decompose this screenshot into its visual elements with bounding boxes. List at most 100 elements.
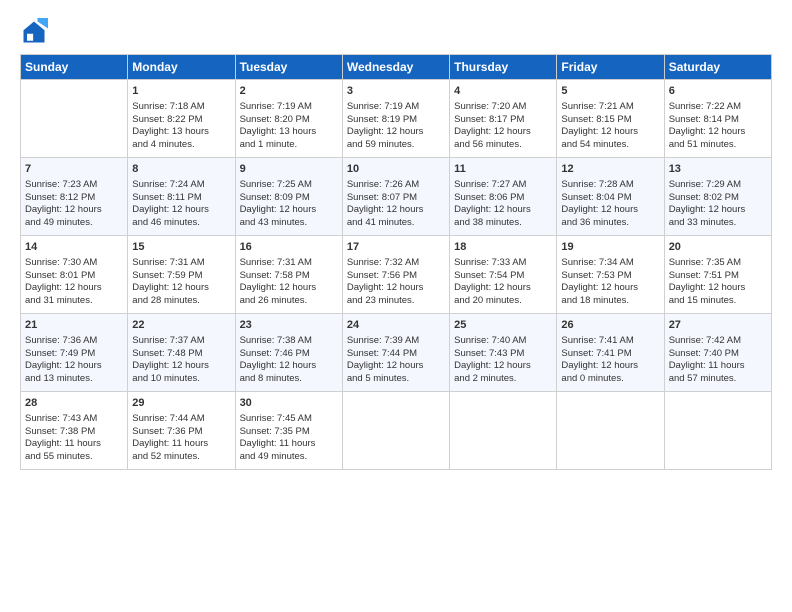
day-info: Daylight: 12 hours xyxy=(347,126,445,139)
day-info: Daylight: 12 hours xyxy=(454,126,552,139)
day-header-tuesday: Tuesday xyxy=(235,55,342,80)
day-info: Sunset: 7:49 PM xyxy=(25,348,123,361)
calendar-cell xyxy=(342,392,449,470)
day-info: Sunset: 8:06 PM xyxy=(454,192,552,205)
day-info: Sunrise: 7:42 AM xyxy=(669,335,767,348)
day-info: Daylight: 12 hours xyxy=(669,126,767,139)
day-info: and 33 minutes. xyxy=(669,217,767,230)
calendar-cell: 10Sunrise: 7:26 AMSunset: 8:07 PMDayligh… xyxy=(342,158,449,236)
calendar-cell xyxy=(450,392,557,470)
day-info: Daylight: 12 hours xyxy=(132,204,230,217)
calendar-cell xyxy=(21,80,128,158)
day-info: Sunrise: 7:24 AM xyxy=(132,179,230,192)
day-number: 28 xyxy=(25,396,123,411)
calendar-cell: 6Sunrise: 7:22 AMSunset: 8:14 PMDaylight… xyxy=(664,80,771,158)
calendar-cell: 30Sunrise: 7:45 AMSunset: 7:35 PMDayligh… xyxy=(235,392,342,470)
day-header-friday: Friday xyxy=(557,55,664,80)
page: SundayMondayTuesdayWednesdayThursdayFrid… xyxy=(0,0,792,612)
day-info: and 51 minutes. xyxy=(669,139,767,152)
day-header-wednesday: Wednesday xyxy=(342,55,449,80)
day-info: Daylight: 11 hours xyxy=(25,438,123,451)
day-info: Sunset: 8:01 PM xyxy=(25,270,123,283)
day-info: and 41 minutes. xyxy=(347,217,445,230)
day-info: and 55 minutes. xyxy=(25,451,123,464)
day-info: Daylight: 11 hours xyxy=(669,360,767,373)
day-info: Daylight: 12 hours xyxy=(669,204,767,217)
day-info: and 0 minutes. xyxy=(561,373,659,386)
day-info: Daylight: 12 hours xyxy=(347,282,445,295)
day-info: and 20 minutes. xyxy=(454,295,552,308)
day-info: Sunrise: 7:45 AM xyxy=(240,413,338,426)
day-info: Sunset: 7:41 PM xyxy=(561,348,659,361)
calendar-table: SundayMondayTuesdayWednesdayThursdayFrid… xyxy=(20,54,772,470)
day-number: 10 xyxy=(347,162,445,177)
calendar-cell: 25Sunrise: 7:40 AMSunset: 7:43 PMDayligh… xyxy=(450,314,557,392)
day-info: Sunrise: 7:41 AM xyxy=(561,335,659,348)
day-info: and 2 minutes. xyxy=(454,373,552,386)
calendar-cell: 13Sunrise: 7:29 AMSunset: 8:02 PMDayligh… xyxy=(664,158,771,236)
day-info: Sunset: 7:51 PM xyxy=(669,270,767,283)
day-info: Sunset: 7:43 PM xyxy=(454,348,552,361)
day-info: and 4 minutes. xyxy=(132,139,230,152)
day-number: 21 xyxy=(25,318,123,333)
day-number: 4 xyxy=(454,84,552,99)
day-number: 22 xyxy=(132,318,230,333)
day-info: Sunrise: 7:39 AM xyxy=(347,335,445,348)
day-info: Sunrise: 7:25 AM xyxy=(240,179,338,192)
day-info: and 36 minutes. xyxy=(561,217,659,230)
calendar-cell: 3Sunrise: 7:19 AMSunset: 8:19 PMDaylight… xyxy=(342,80,449,158)
day-info: Daylight: 12 hours xyxy=(561,204,659,217)
day-number: 16 xyxy=(240,240,338,255)
day-info: and 10 minutes. xyxy=(132,373,230,386)
day-header-thursday: Thursday xyxy=(450,55,557,80)
day-info: Sunrise: 7:32 AM xyxy=(347,257,445,270)
calendar-cell: 2Sunrise: 7:19 AMSunset: 8:20 PMDaylight… xyxy=(235,80,342,158)
day-info: Sunrise: 7:19 AM xyxy=(240,101,338,114)
day-info: Sunset: 7:58 PM xyxy=(240,270,338,283)
day-number: 7 xyxy=(25,162,123,177)
day-info: Sunset: 8:20 PM xyxy=(240,114,338,127)
calendar-cell: 9Sunrise: 7:25 AMSunset: 8:09 PMDaylight… xyxy=(235,158,342,236)
day-info: Sunrise: 7:29 AM xyxy=(669,179,767,192)
day-number: 30 xyxy=(240,396,338,411)
day-info: Sunset: 7:44 PM xyxy=(347,348,445,361)
week-row-1: 1Sunrise: 7:18 AMSunset: 8:22 PMDaylight… xyxy=(21,80,772,158)
day-info: and 23 minutes. xyxy=(347,295,445,308)
day-info: Sunset: 7:54 PM xyxy=(454,270,552,283)
day-info: Daylight: 12 hours xyxy=(240,360,338,373)
day-number: 9 xyxy=(240,162,338,177)
day-info: Sunrise: 7:36 AM xyxy=(25,335,123,348)
day-info: Daylight: 12 hours xyxy=(454,282,552,295)
day-number: 13 xyxy=(669,162,767,177)
header xyxy=(20,18,772,46)
day-info: Daylight: 12 hours xyxy=(240,204,338,217)
calendar-cell: 17Sunrise: 7:32 AMSunset: 7:56 PMDayligh… xyxy=(342,236,449,314)
calendar-cell: 14Sunrise: 7:30 AMSunset: 8:01 PMDayligh… xyxy=(21,236,128,314)
day-info: Sunset: 8:04 PM xyxy=(561,192,659,205)
day-info: Sunrise: 7:21 AM xyxy=(561,101,659,114)
calendar-cell: 11Sunrise: 7:27 AMSunset: 8:06 PMDayligh… xyxy=(450,158,557,236)
day-info: Sunset: 8:19 PM xyxy=(347,114,445,127)
day-info: Daylight: 12 hours xyxy=(132,360,230,373)
day-info: and 49 minutes. xyxy=(25,217,123,230)
calendar-cell: 4Sunrise: 7:20 AMSunset: 8:17 PMDaylight… xyxy=(450,80,557,158)
day-info: Sunrise: 7:30 AM xyxy=(25,257,123,270)
day-number: 12 xyxy=(561,162,659,177)
day-number: 8 xyxy=(132,162,230,177)
day-number: 27 xyxy=(669,318,767,333)
day-info: and 49 minutes. xyxy=(240,451,338,464)
day-info: Sunset: 7:59 PM xyxy=(132,270,230,283)
calendar-cell xyxy=(664,392,771,470)
day-number: 2 xyxy=(240,84,338,99)
day-info: Sunset: 8:07 PM xyxy=(347,192,445,205)
calendar-cell: 21Sunrise: 7:36 AMSunset: 7:49 PMDayligh… xyxy=(21,314,128,392)
calendar-cell: 12Sunrise: 7:28 AMSunset: 8:04 PMDayligh… xyxy=(557,158,664,236)
day-info: Sunset: 7:38 PM xyxy=(25,426,123,439)
day-info: and 57 minutes. xyxy=(669,373,767,386)
day-info: and 56 minutes. xyxy=(454,139,552,152)
day-number: 15 xyxy=(132,240,230,255)
day-info: and 31 minutes. xyxy=(25,295,123,308)
week-row-3: 14Sunrise: 7:30 AMSunset: 8:01 PMDayligh… xyxy=(21,236,772,314)
day-info: and 52 minutes. xyxy=(132,451,230,464)
day-info: Sunrise: 7:23 AM xyxy=(25,179,123,192)
